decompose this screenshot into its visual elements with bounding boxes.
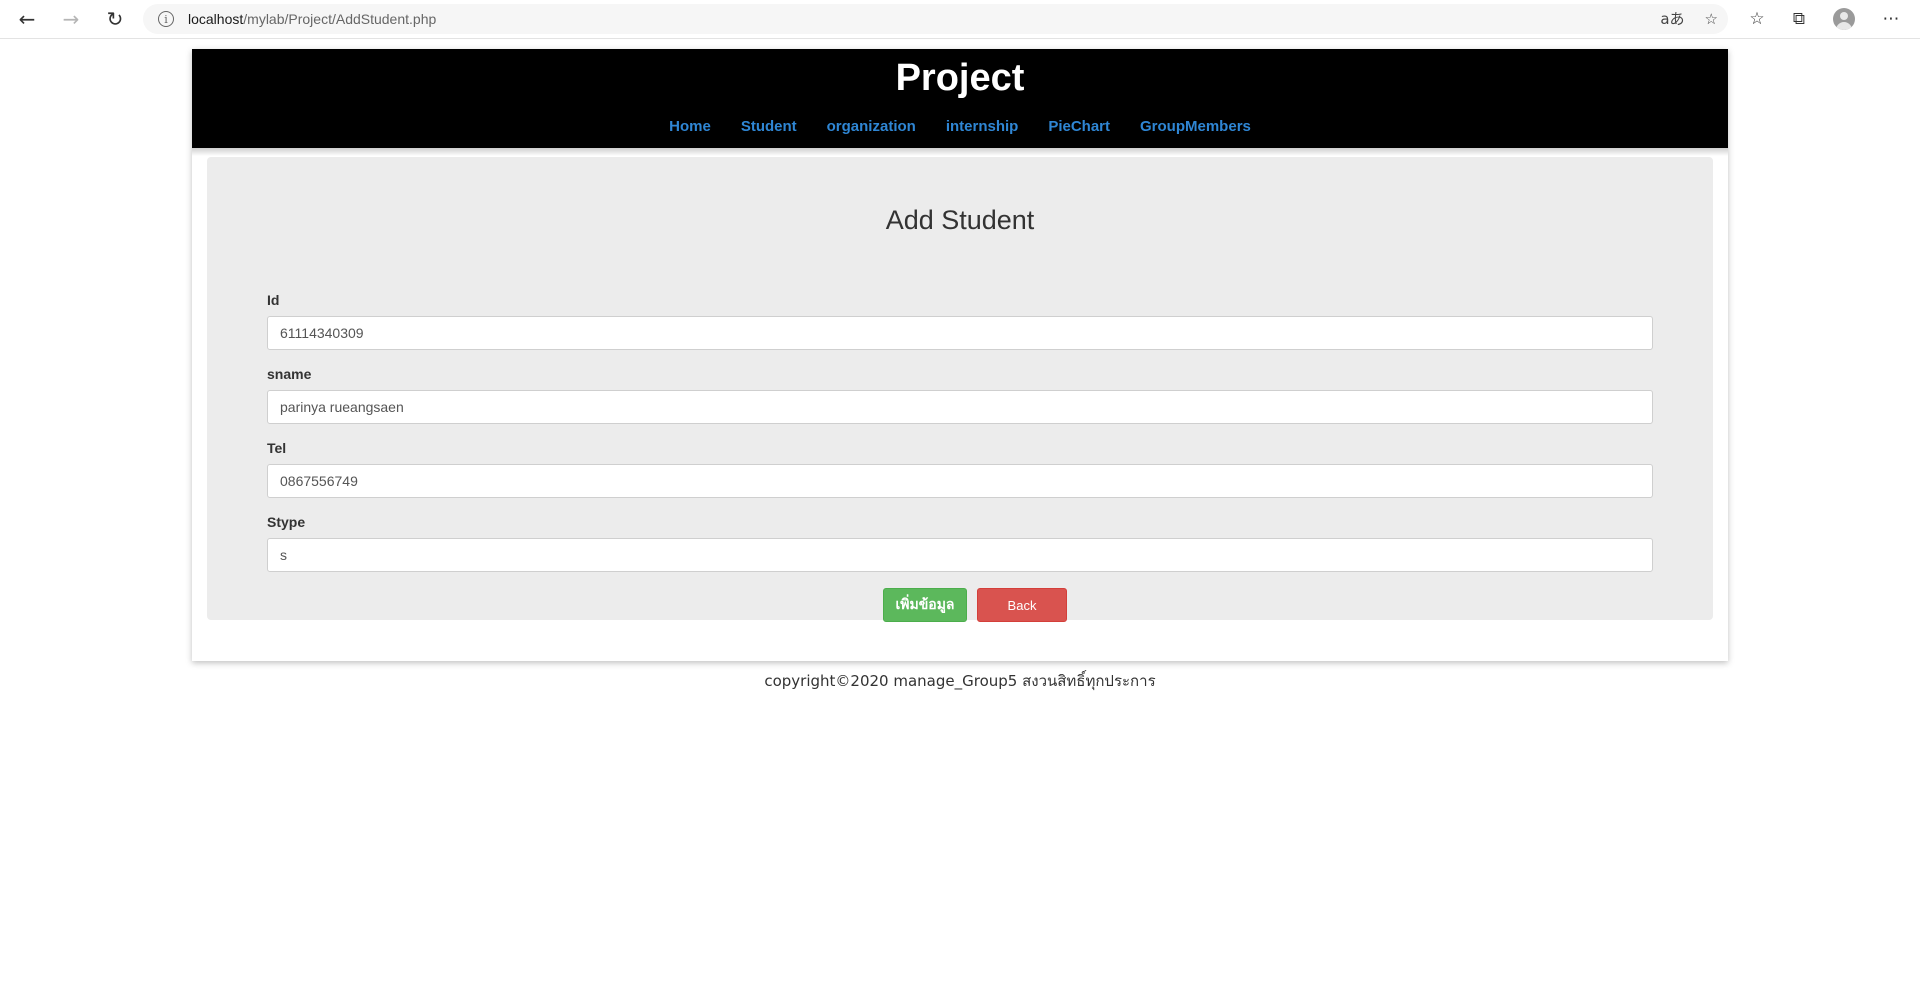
form-title: Add Student [885,205,1035,235]
nav-internship[interactable]: internship [946,118,1019,135]
back-button[interactable]: Back [977,588,1067,622]
nav-organization[interactable]: organization [827,118,916,135]
favorites-icon[interactable]: ☆ [1743,5,1771,33]
stype-label: Stype [267,514,306,530]
url-path: /mylab/Project/AddStudent.php [243,11,437,27]
header-shadow [192,148,1728,156]
main-nav: Home Student organization internship Pie… [192,118,1728,135]
page-container: Project Home Student organization intern… [192,49,1728,661]
tel-label: Tel [267,440,287,456]
url-host: localhost [188,11,244,27]
site-header: Project Home Student organization intern… [192,49,1728,148]
nav-home[interactable]: Home [669,118,711,135]
back-arrow-icon[interactable]: ← [13,5,41,33]
nav-piechart[interactable]: PieChart [1048,118,1110,135]
favorite-add-icon[interactable]: ☆ [1705,10,1718,28]
nav-groupmembers[interactable]: GroupMembers [1140,118,1251,135]
info-icon[interactable]: i [158,11,174,27]
address-bar[interactable]: i localhost/mylab/Project/AddStudent.php… [143,4,1728,34]
id-field[interactable] [267,316,1653,350]
sname-label: sname [267,366,312,382]
nav-student[interactable]: Student [741,118,797,135]
add-student-form: Add Student Id sname Tel Stype เพิ่มข้อม… [207,157,1713,622]
collections-icon[interactable]: ⧉ [1785,5,1813,33]
id-label: Id [267,292,280,308]
site-title: Project [895,57,1025,99]
footer-copyright: copyright©2020 manage_Group5 สงวนสิทธิ์ท… [764,672,1156,690]
browser-toolbar: ← → ↻ i localhost/mylab/Project/AddStude… [0,0,1920,39]
submit-button[interactable]: เพิ่มข้อมูล [883,588,967,622]
stype-field[interactable] [267,538,1653,572]
profile-avatar-icon[interactable] [1833,8,1855,30]
refresh-icon[interactable]: ↻ [101,5,129,33]
read-aloud-icon[interactable]: aあ [1660,8,1684,29]
forward-arrow-icon[interactable]: → [57,5,85,33]
tel-field[interactable] [267,464,1653,498]
more-options-icon[interactable]: ⋯ [1877,5,1905,33]
sname-field[interactable] [267,390,1653,424]
